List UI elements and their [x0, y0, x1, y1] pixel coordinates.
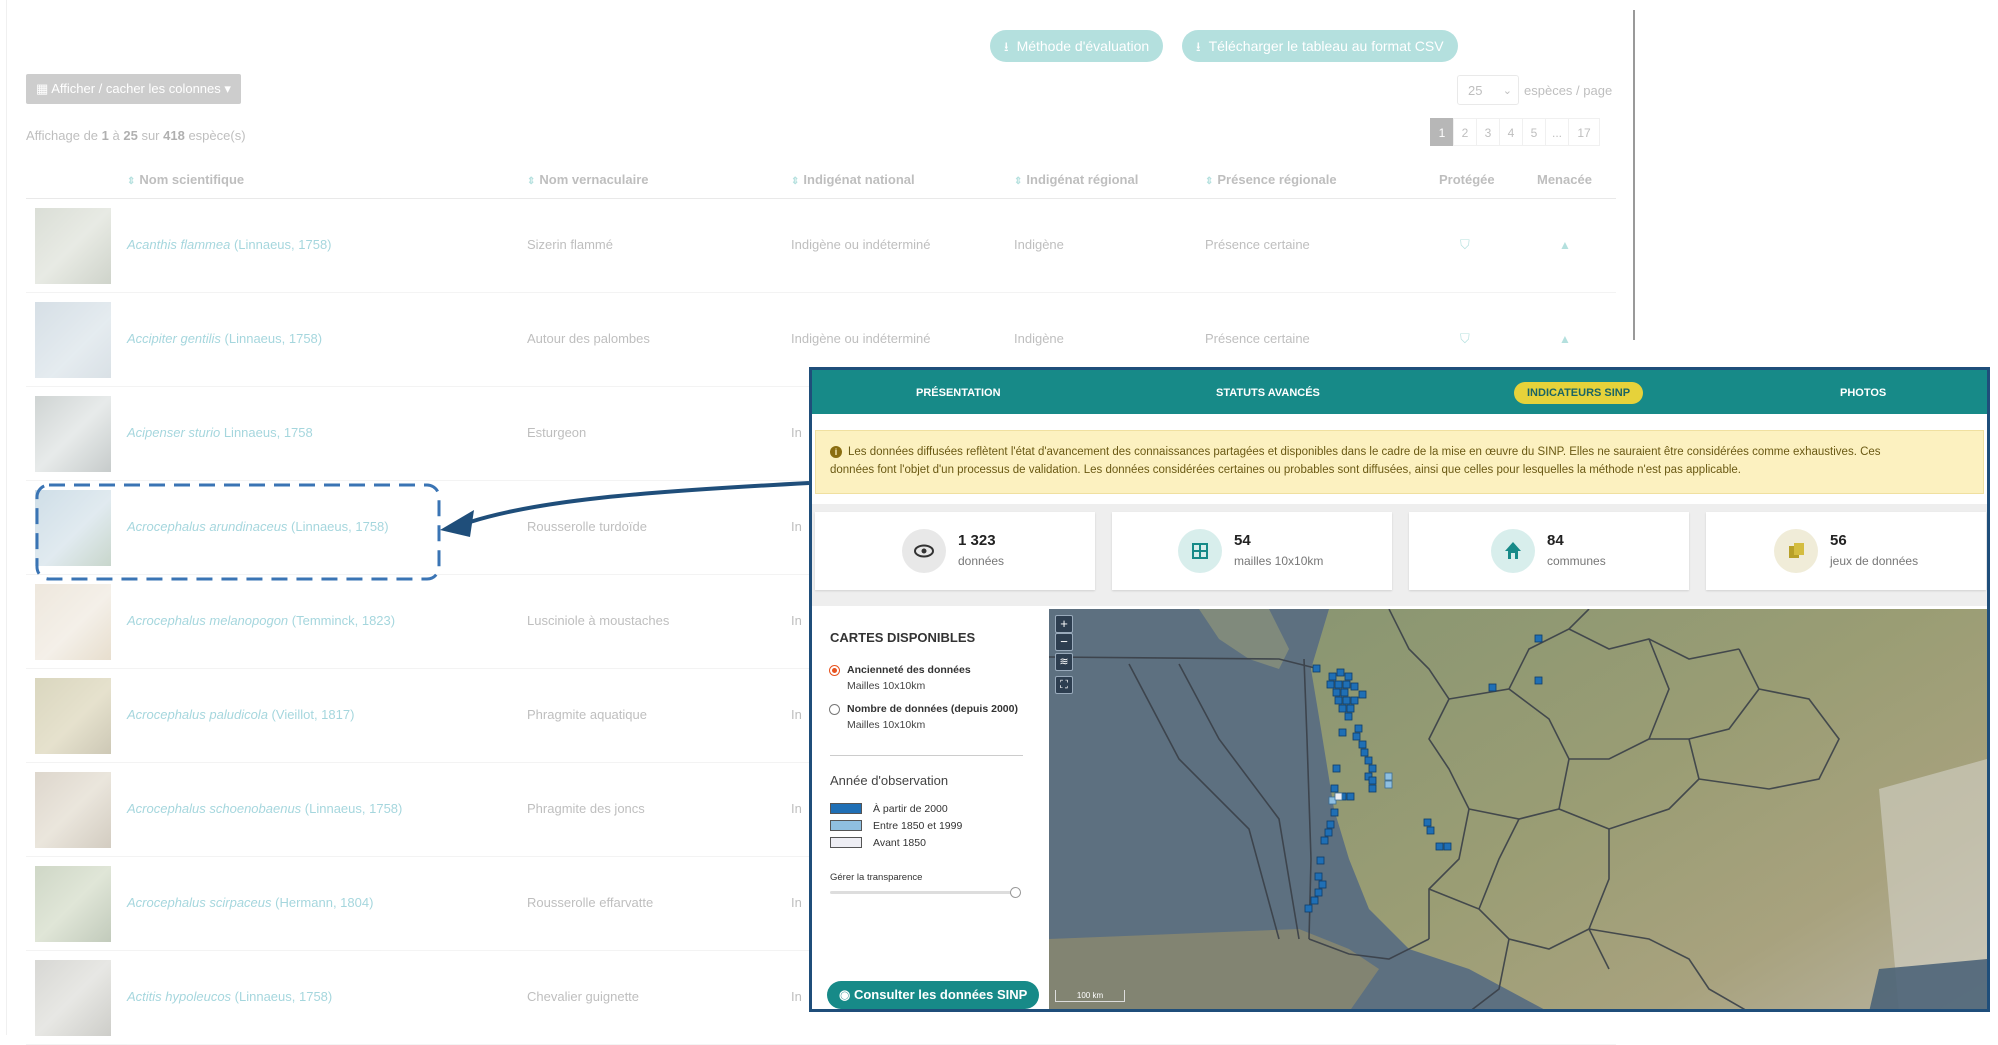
option-data-count-label[interactable]: Nombre de données (depuis 2000) [847, 703, 1018, 715]
dataset-icon [1774, 529, 1818, 573]
callout-arrow [469, 481, 810, 524]
legend-label-old: Avant 1850 [873, 837, 926, 849]
stat-card-data: 1 323 données [815, 512, 1095, 590]
transparency-slider[interactable] [830, 887, 1021, 898]
option-data-count-sub: Mailles 10x10km [847, 719, 926, 731]
species-detail-panel: PRÉSENTATION STATUTS AVANCÉS INDICATEURS… [809, 367, 1990, 1012]
zoom-out-button[interactable]: − [1055, 633, 1073, 651]
distribution-map[interactable]: + − ≋ ⛶ 100 km [1049, 609, 1987, 1009]
transparency-label: Gérer la transparence [830, 872, 923, 883]
highlight-box [35, 483, 441, 581]
map-options-panel: CARTES DISPONIBLES Ancienneté des donnée… [812, 609, 1049, 1009]
arrow-head [440, 510, 474, 537]
tab-sinp-indicators[interactable]: INDICATEURS SINP [1514, 382, 1644, 404]
legend-swatch-old [830, 837, 862, 848]
eye-icon: ◉ [839, 987, 854, 1002]
tab-advanced-status[interactable]: STATUTS AVANCÉS [1203, 382, 1333, 404]
map-scale: 100 km [1055, 990, 1125, 1002]
legend-label-middle: Entre 1850 et 1999 [873, 820, 963, 832]
option-data-age-label[interactable]: Ancienneté des données [847, 664, 971, 676]
info-icon: i [830, 446, 842, 458]
stat-card-grid: 54 mailles 10x10km [1112, 512, 1392, 590]
radio-data-age[interactable] [829, 665, 840, 676]
detail-tabs: PRÉSENTATION STATUTS AVANCÉS INDICATEURS… [812, 370, 1987, 414]
legend-swatch-middle [830, 820, 862, 831]
slider-handle[interactable] [1010, 887, 1021, 898]
stat-card-datasets: 56 jeux de données [1706, 512, 1986, 590]
view-sinp-data-button[interactable]: ◉ Consulter les données SINP [827, 981, 1040, 1009]
option-data-age-sub: Mailles 10x10km [847, 680, 926, 692]
stat-card-communes: 84 communes [1409, 512, 1689, 590]
town-icon [1491, 529, 1535, 573]
layers-button[interactable]: ≋ [1055, 653, 1073, 671]
legend-label-recent: À partir de 2000 [873, 803, 948, 815]
grid-icon [1178, 529, 1222, 573]
tab-photos[interactable]: PHOTOS [1827, 382, 1899, 404]
fullscreen-icon: ⛶ [1060, 679, 1068, 691]
available-maps-title: CARTES DISPONIBLES [830, 630, 976, 645]
zoom-in-button[interactable]: + [1055, 615, 1073, 633]
disclaimer-notice: i Les données diffusées reflètent l'état … [815, 430, 1984, 494]
stats-row: 1 323 données 54 mailles 10x10km 84 comm… [812, 504, 1987, 606]
eye-icon [902, 529, 946, 573]
tab-presentation[interactable]: PRÉSENTATION [903, 382, 1014, 404]
observation-year-title: Année d'observation [830, 773, 949, 788]
map-canvas [1049, 609, 1987, 1009]
fullscreen-button[interactable]: ⛶ [1055, 676, 1073, 694]
radio-data-count[interactable] [829, 704, 840, 715]
panel-divider [830, 755, 1023, 756]
layers-icon: ≋ [1059, 656, 1069, 668]
legend-swatch-recent [830, 803, 862, 814]
